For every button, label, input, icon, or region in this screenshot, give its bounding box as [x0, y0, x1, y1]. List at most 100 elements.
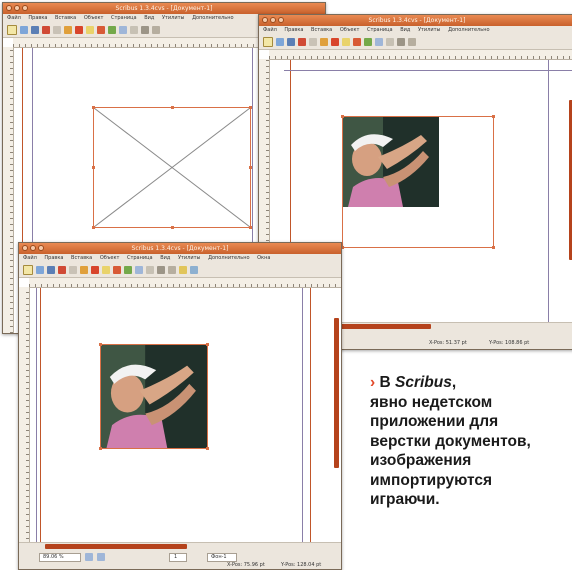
save-icon[interactable]	[47, 266, 55, 274]
layer-select[interactable]: Фон-1	[207, 553, 237, 562]
image-frame[interactable]	[99, 343, 209, 450]
open-icon[interactable]	[20, 26, 28, 34]
menu-extras[interactable]: Дополнительно	[448, 27, 489, 33]
open-icon[interactable]	[276, 38, 284, 46]
close-icon[interactable]	[6, 5, 12, 11]
menu-object[interactable]: Объект	[100, 255, 120, 261]
vertical-scrollbar[interactable]	[334, 318, 339, 468]
zoom-in-icon[interactable]	[97, 553, 105, 561]
zoom-tool-icon[interactable]	[397, 38, 405, 46]
empty-image-frame[interactable]	[92, 106, 252, 229]
maximize-icon[interactable]	[278, 17, 284, 23]
open-icon[interactable]	[36, 266, 44, 274]
menu-insert[interactable]: Вставка	[71, 255, 92, 261]
shape-tool-icon[interactable]	[135, 266, 143, 274]
handle-mr[interactable]	[249, 166, 252, 169]
menu-object[interactable]: Объект	[84, 15, 104, 21]
text-frame-icon[interactable]	[113, 266, 121, 274]
handle-tm[interactable]	[171, 106, 174, 109]
handle-br[interactable]	[206, 447, 209, 450]
menu-tools[interactable]: Утилиты	[178, 255, 201, 261]
new-document-icon[interactable]	[23, 265, 33, 275]
text-frame-icon[interactable]	[97, 26, 105, 34]
link-tool-icon[interactable]	[179, 266, 187, 274]
close-icon[interactable]	[262, 17, 268, 23]
shape-tool-icon[interactable]	[375, 38, 383, 46]
menu-page[interactable]: Страница	[127, 255, 153, 261]
minimize-icon[interactable]	[270, 17, 276, 23]
scribus-window-front[interactable]: Scribus 1.3.4cvs - [Документ-1] Файл Пра…	[18, 242, 342, 570]
handle-bm[interactable]	[171, 226, 174, 229]
menu-file[interactable]: Файл	[23, 255, 37, 261]
menu-insert[interactable]: Вставка	[311, 27, 332, 33]
menu-tools[interactable]: Утилиты	[418, 27, 441, 33]
menu-view[interactable]: Вид	[144, 15, 154, 21]
menu-page[interactable]: Страница	[111, 15, 137, 21]
menu-extras[interactable]: Дополнительно	[208, 255, 249, 261]
close-doc-icon[interactable]	[298, 38, 306, 46]
handle-tl[interactable]	[341, 115, 344, 118]
handle-tl[interactable]	[99, 343, 102, 346]
menu-extras[interactable]: Дополнительно	[192, 15, 233, 21]
handle-br[interactable]	[492, 246, 495, 249]
pdf-icon[interactable]	[331, 38, 339, 46]
window-titlebar[interactable]: Scribus 1.3.4cvs - [Документ-1]	[19, 243, 341, 254]
handle-ml[interactable]	[92, 166, 95, 169]
close-doc-icon[interactable]	[58, 266, 66, 274]
handle-tr[interactable]	[249, 106, 252, 109]
minimize-icon[interactable]	[14, 5, 20, 11]
page-input[interactable]: 1	[169, 553, 187, 562]
preflight-icon[interactable]	[64, 26, 72, 34]
save-icon[interactable]	[287, 38, 295, 46]
select-tool-icon[interactable]	[342, 38, 350, 46]
print-icon[interactable]	[53, 26, 61, 34]
table-tool-icon[interactable]	[168, 266, 176, 274]
window-titlebar[interactable]: Scribus 1.3.4cvs - [Документ-1]	[259, 15, 572, 26]
menu-page[interactable]: Страница	[367, 27, 393, 33]
save-icon[interactable]	[31, 26, 39, 34]
menu-view[interactable]: Вид	[400, 27, 410, 33]
maximize-icon[interactable]	[38, 245, 44, 251]
image-frame[interactable]	[341, 115, 495, 249]
page-canvas[interactable]	[30, 288, 341, 543]
horizontal-scrollbar[interactable]	[45, 544, 187, 549]
select-tool-icon[interactable]	[102, 266, 110, 274]
pdf-icon[interactable]	[75, 26, 83, 34]
polygon-tool-icon[interactable]	[146, 266, 154, 274]
image-frame-icon[interactable]	[108, 26, 116, 34]
table-tool-icon[interactable]	[408, 38, 416, 46]
print-icon[interactable]	[309, 38, 317, 46]
menu-windows[interactable]: Окна	[257, 255, 270, 261]
text-frame-icon[interactable]	[353, 38, 361, 46]
menu-edit[interactable]: Правка	[28, 15, 47, 21]
select-tool-icon[interactable]	[86, 26, 94, 34]
table-tool-icon[interactable]	[152, 26, 160, 34]
close-doc-icon[interactable]	[42, 26, 50, 34]
menu-file[interactable]: Файл	[7, 15, 21, 21]
maximize-icon[interactable]	[22, 5, 28, 11]
menu-object[interactable]: Объект	[340, 27, 360, 33]
zoom-input[interactable]: 89.06 %	[39, 553, 81, 562]
new-document-icon[interactable]	[7, 25, 17, 35]
menu-edit[interactable]: Правка	[44, 255, 63, 261]
handle-bl[interactable]	[99, 447, 102, 450]
eyedropper-icon[interactable]	[190, 266, 198, 274]
menu-view[interactable]: Вид	[160, 255, 170, 261]
menu-insert[interactable]: Вставка	[55, 15, 76, 21]
handle-tl[interactable]	[92, 106, 95, 109]
close-icon[interactable]	[22, 245, 28, 251]
pdf-icon[interactable]	[91, 266, 99, 274]
polygon-tool-icon[interactable]	[130, 26, 138, 34]
menu-tools[interactable]: Утилиты	[162, 15, 185, 21]
new-document-icon[interactable]	[263, 37, 273, 47]
zoom-tool-icon[interactable]	[157, 266, 165, 274]
menu-file[interactable]: Файл	[263, 27, 277, 33]
preflight-icon[interactable]	[320, 38, 328, 46]
window-titlebar[interactable]: Scribus 1.3.4cvs - [Документ-1]	[3, 3, 325, 14]
image-frame-icon[interactable]	[364, 38, 372, 46]
menu-edit[interactable]: Правка	[284, 27, 303, 33]
preflight-icon[interactable]	[80, 266, 88, 274]
minimize-icon[interactable]	[30, 245, 36, 251]
handle-tr[interactable]	[206, 343, 209, 346]
image-frame-icon[interactable]	[124, 266, 132, 274]
